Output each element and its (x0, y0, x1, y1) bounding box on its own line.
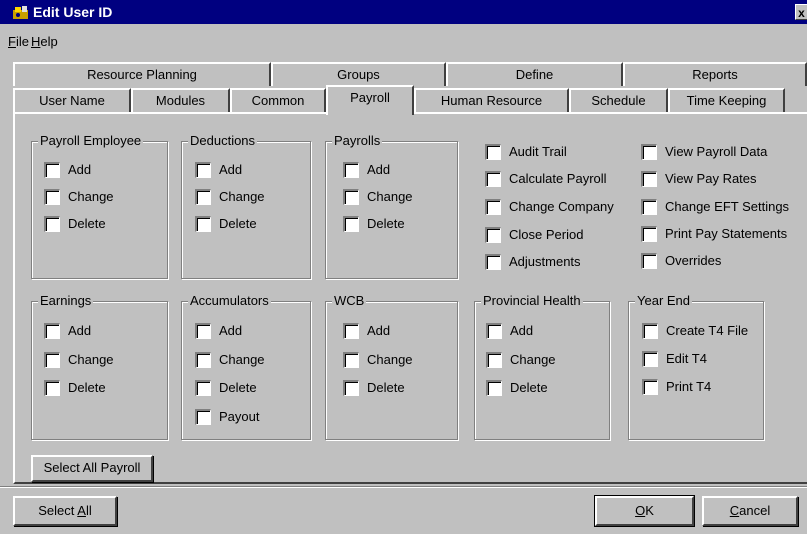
payroll-tab-panel: Payroll Employee Add Change Delete Deduc… (13, 112, 807, 484)
checkbox-box[interactable] (486, 352, 502, 368)
group-wcb: WCB Add Change Delete (325, 293, 458, 440)
separator (0, 486, 807, 488)
group-earnings: Earnings Add Change Delete (31, 293, 168, 440)
tab-modules[interactable]: Modules (131, 88, 230, 112)
group-title: Deductions (188, 133, 258, 149)
tab-reports[interactable]: Reports (623, 62, 807, 86)
checkbox-box[interactable] (485, 171, 501, 187)
checkbox-box[interactable] (485, 254, 501, 270)
checkbox-box[interactable] (641, 171, 657, 187)
group-title: Payrolls (332, 133, 383, 149)
checkbox-box[interactable] (44, 189, 60, 205)
group-title: Payroll Employee (38, 133, 144, 149)
title-bar: Edit User ID x (0, 0, 807, 24)
select-all-button[interactable]: Select All (13, 496, 117, 526)
tab-resource-planning[interactable]: Resource Planning (13, 62, 271, 86)
group-accumulators: Accumulators Add Change Delete Payout (181, 293, 311, 440)
checkbox-box[interactable] (44, 216, 60, 232)
checkbox-box[interactable] (195, 216, 211, 232)
checkbox-box[interactable] (486, 323, 502, 339)
checkbox-box[interactable] (642, 351, 658, 367)
checkbox-box[interactable] (641, 253, 657, 269)
checkbox-box[interactable] (641, 199, 657, 215)
menu-help[interactable]: Help (31, 34, 58, 49)
checkbox-box[interactable] (486, 380, 502, 396)
checkbox-box[interactable] (343, 352, 359, 368)
checkbox-box[interactable] (641, 226, 657, 242)
checkbox-box[interactable] (195, 409, 211, 425)
checkbox-box[interactable] (642, 323, 658, 339)
checkbox-box[interactable] (485, 144, 501, 160)
checkbox-box[interactable] (343, 216, 359, 232)
tab-payroll[interactable]: Payroll (326, 85, 414, 115)
close-button[interactable]: x (795, 4, 807, 20)
checkbox-box[interactable] (485, 199, 501, 215)
checkbox-box[interactable] (195, 380, 211, 396)
checkbox-box[interactable] (44, 162, 60, 178)
checkbox-box[interactable] (343, 189, 359, 205)
group-year-end: Year End Create T4 File Edit T4 Print T4 (628, 293, 764, 440)
group-payroll-employee: Payroll Employee Add Change Delete (31, 133, 168, 279)
tab-human-resource[interactable]: Human Resource (414, 88, 569, 112)
checkbox-box[interactable] (44, 323, 60, 339)
checkbox-box[interactable] (485, 227, 501, 243)
group-title: Accumulators (188, 293, 271, 309)
tab-define[interactable]: Define (446, 62, 623, 86)
checkbox-box[interactable] (343, 323, 359, 339)
checkbox-box[interactable] (343, 380, 359, 396)
menu-file[interactable]: File (8, 34, 29, 49)
checkbox-box[interactable] (343, 162, 359, 178)
tab-groups[interactable]: Groups (271, 62, 446, 86)
ok-button[interactable]: OK (594, 495, 695, 527)
tab-schedule[interactable]: Schedule (569, 88, 668, 112)
group-title: Earnings (38, 293, 94, 309)
group-provincial-health: Provincial Health Add Change Delete (474, 293, 610, 440)
window-title: Edit User ID (33, 4, 113, 20)
tab-user-name[interactable]: User Name (13, 88, 131, 112)
checkbox-box[interactable] (642, 379, 658, 395)
checkbox-box[interactable] (195, 162, 211, 178)
app-icon (13, 6, 28, 19)
checkbox-box[interactable] (641, 144, 657, 160)
edit-user-id-window: Edit User ID x File Help Resource Planni… (0, 0, 807, 534)
tab-common[interactable]: Common (230, 88, 326, 112)
checkbox-box[interactable] (44, 380, 60, 396)
tab-time-keeping[interactable]: Time Keeping (668, 88, 785, 112)
cancel-button[interactable]: Cancel (702, 496, 798, 526)
select-all-payroll-button[interactable]: Select All Payroll (31, 455, 153, 482)
group-title: WCB (332, 293, 367, 309)
checkbox-box[interactable] (195, 189, 211, 205)
checkbox-box[interactable] (195, 352, 211, 368)
group-title: Provincial Health (481, 293, 583, 309)
group-title: Year End (635, 293, 693, 309)
group-deductions: Deductions Add Change Delete (181, 133, 311, 279)
checkbox-box[interactable] (195, 323, 211, 339)
group-payrolls: Payrolls Add Change Delete (325, 133, 458, 279)
checkbox-box[interactable] (44, 352, 60, 368)
